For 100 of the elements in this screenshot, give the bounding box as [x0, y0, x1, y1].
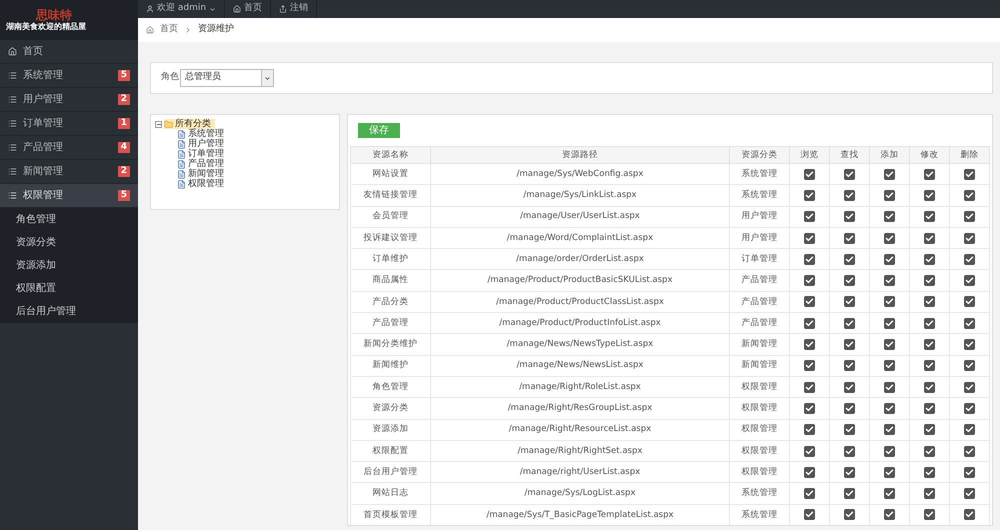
- submenu-item[interactable]: 权限配置: [0, 277, 138, 300]
- submenu-item[interactable]: 后台用户管理: [0, 300, 138, 323]
- sidebar-item[interactable]: 系统管理 5: [0, 64, 138, 88]
- checkbox[interactable]: [924, 190, 935, 201]
- checkbox[interactable]: [804, 211, 815, 222]
- checkbox[interactable]: [964, 360, 975, 372]
- checkbox[interactable]: [844, 509, 855, 520]
- checkbox[interactable]: [964, 168, 975, 180]
- checkbox[interactable]: [964, 382, 975, 393]
- tree-node[interactable]: 新闻管理: [155, 169, 335, 179]
- checkbox[interactable]: [844, 466, 855, 478]
- checkbox[interactable]: [924, 318, 935, 329]
- checkbox[interactable]: [924, 360, 935, 372]
- checkbox[interactable]: [924, 509, 935, 520]
- checkbox[interactable]: [804, 382, 815, 393]
- checkbox[interactable]: [964, 488, 975, 500]
- checkbox[interactable]: [844, 424, 855, 436]
- checkbox[interactable]: [964, 254, 975, 265]
- checkbox[interactable]: [804, 402, 815, 414]
- checkbox[interactable]: [884, 168, 895, 180]
- checkbox[interactable]: [884, 254, 895, 265]
- checkbox[interactable]: [804, 488, 815, 500]
- checkbox[interactable]: [804, 296, 815, 308]
- checkbox[interactable]: [844, 211, 855, 222]
- tree-node[interactable]: 权限管理: [155, 179, 335, 189]
- checkbox[interactable]: [924, 424, 935, 436]
- checkbox[interactable]: [884, 275, 895, 286]
- checkbox[interactable]: [964, 402, 975, 414]
- checkbox[interactable]: [844, 254, 855, 265]
- checkbox[interactable]: [884, 488, 895, 500]
- submenu-item[interactable]: 角色管理: [0, 208, 138, 231]
- checkbox[interactable]: [844, 275, 855, 286]
- checkbox[interactable]: [844, 318, 855, 329]
- sidebar-item[interactable]: 用户管理 2: [0, 88, 138, 112]
- checkbox[interactable]: [804, 339, 815, 350]
- breadcrumb-link[interactable]: 首页: [160, 23, 178, 37]
- checkbox[interactable]: [924, 168, 935, 180]
- tree-node[interactable]: 订单管理: [155, 149, 335, 159]
- role-select[interactable]: 总管理员: [180, 69, 274, 87]
- tree-toggle[interactable]: [155, 120, 162, 128]
- checkbox[interactable]: [804, 190, 815, 201]
- checkbox[interactable]: [804, 168, 815, 180]
- tree-node[interactable]: 产品管理: [155, 159, 335, 169]
- checkbox[interactable]: [964, 190, 975, 201]
- checkbox[interactable]: [884, 190, 895, 201]
- checkbox[interactable]: [844, 168, 855, 180]
- checkbox[interactable]: [804, 466, 815, 478]
- checkbox[interactable]: [804, 509, 815, 520]
- checkbox[interactable]: [924, 446, 935, 456]
- checkbox[interactable]: [964, 509, 975, 520]
- checkbox[interactable]: [924, 402, 935, 414]
- checkbox[interactable]: [804, 318, 815, 329]
- checkbox[interactable]: [884, 402, 895, 414]
- checkbox[interactable]: [924, 466, 935, 478]
- checkbox[interactable]: [924, 254, 935, 265]
- checkbox[interactable]: [804, 232, 815, 244]
- checkbox[interactable]: [964, 275, 975, 286]
- checkbox[interactable]: [844, 190, 855, 201]
- checkbox[interactable]: [924, 488, 935, 500]
- checkbox[interactable]: [964, 424, 975, 436]
- checkbox[interactable]: [924, 339, 935, 350]
- checkbox[interactable]: [884, 232, 895, 244]
- checkbox[interactable]: [884, 211, 895, 222]
- checkbox[interactable]: [964, 339, 975, 350]
- checkbox[interactable]: [924, 232, 935, 244]
- checkbox[interactable]: [844, 446, 855, 456]
- sidebar-item[interactable]: 权限管理 5: [0, 184, 138, 208]
- checkbox[interactable]: [844, 382, 855, 393]
- checkbox[interactable]: [884, 382, 895, 393]
- checkbox[interactable]: [844, 296, 855, 308]
- checkbox[interactable]: [964, 466, 975, 478]
- tree-node[interactable]: 系统管理: [155, 129, 335, 139]
- checkbox[interactable]: [844, 488, 855, 500]
- checkbox[interactable]: [844, 402, 855, 414]
- checkbox[interactable]: [964, 232, 975, 244]
- checkbox[interactable]: [884, 509, 895, 520]
- checkbox[interactable]: [844, 232, 855, 244]
- checkbox[interactable]: [884, 360, 895, 372]
- checkbox[interactable]: [964, 296, 975, 308]
- sidebar-item[interactable]: 产品管理 4: [0, 136, 138, 160]
- sidebar-item[interactable]: 订单管理 1: [0, 112, 138, 136]
- checkbox[interactable]: [964, 318, 975, 329]
- checkbox[interactable]: [964, 211, 975, 222]
- checkbox[interactable]: [964, 446, 975, 456]
- tree-node[interactable]: 所有分类: [164, 119, 215, 129]
- checkbox[interactable]: [884, 424, 895, 436]
- checkbox[interactable]: [804, 360, 815, 372]
- checkbox[interactable]: [884, 339, 895, 350]
- checkbox[interactable]: [804, 254, 815, 265]
- checkbox[interactable]: [884, 318, 895, 329]
- checkbox[interactable]: [844, 360, 855, 372]
- checkbox[interactable]: [844, 339, 855, 350]
- checkbox[interactable]: [804, 424, 815, 436]
- checkbox[interactable]: [924, 382, 935, 393]
- checkbox[interactable]: [924, 211, 935, 222]
- tree-node[interactable]: 用户管理: [155, 139, 335, 149]
- checkbox[interactable]: [924, 296, 935, 308]
- checkbox[interactable]: [924, 275, 935, 286]
- sidebar-item[interactable]: 首页: [0, 40, 138, 64]
- checkbox[interactable]: [884, 296, 895, 308]
